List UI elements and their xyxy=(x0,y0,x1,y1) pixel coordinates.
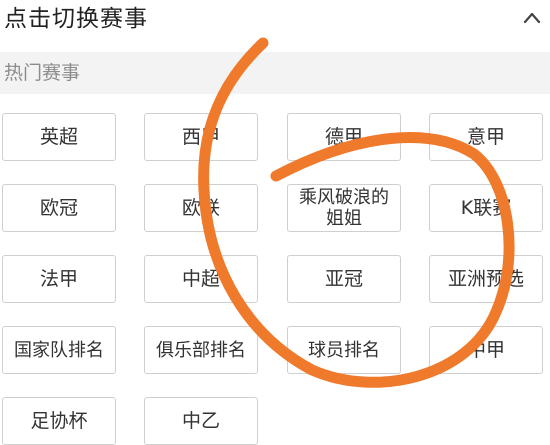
competition-chip-china-league-two[interactable]: 中乙 xyxy=(144,397,258,445)
competition-chip-serie-a[interactable]: 意甲 xyxy=(429,113,543,161)
competition-grid: 英超 西甲 德甲 意甲 欧冠 欧联 乘风破浪的姐姐 K联赛 法甲 中超 亚冠 亚… xyxy=(0,0,550,445)
competition-chip-player-ranking[interactable]: 球员排名 xyxy=(287,326,401,374)
competition-chip-china-league-one[interactable]: 中甲 xyxy=(429,326,543,374)
competition-chip-champions-league[interactable]: 欧冠 xyxy=(2,184,116,232)
competition-chip-europa-league[interactable]: 欧联 xyxy=(144,184,258,232)
competition-chip-asia-qualifiers[interactable]: 亚洲预选 xyxy=(429,255,543,303)
competition-chip-fa-cup[interactable]: 足协杯 xyxy=(2,397,116,445)
competition-chip-bundesliga[interactable]: 德甲 xyxy=(287,113,401,161)
competition-chip-club-ranking[interactable]: 俱乐部排名 xyxy=(144,326,258,374)
competition-chip-k-league[interactable]: K联赛 xyxy=(429,184,543,232)
competition-chip-premier-league[interactable]: 英超 xyxy=(2,113,116,161)
competition-chip-sisters[interactable]: 乘风破浪的姐姐 xyxy=(287,184,401,232)
competition-chip-la-liga[interactable]: 西甲 xyxy=(144,113,258,161)
competition-chip-csl[interactable]: 中超 xyxy=(144,255,258,303)
competition-chip-ligue-1[interactable]: 法甲 xyxy=(2,255,116,303)
competition-chip-national-ranking[interactable]: 国家队排名 xyxy=(2,326,116,374)
competition-chip-afc-champions[interactable]: 亚冠 xyxy=(287,255,401,303)
